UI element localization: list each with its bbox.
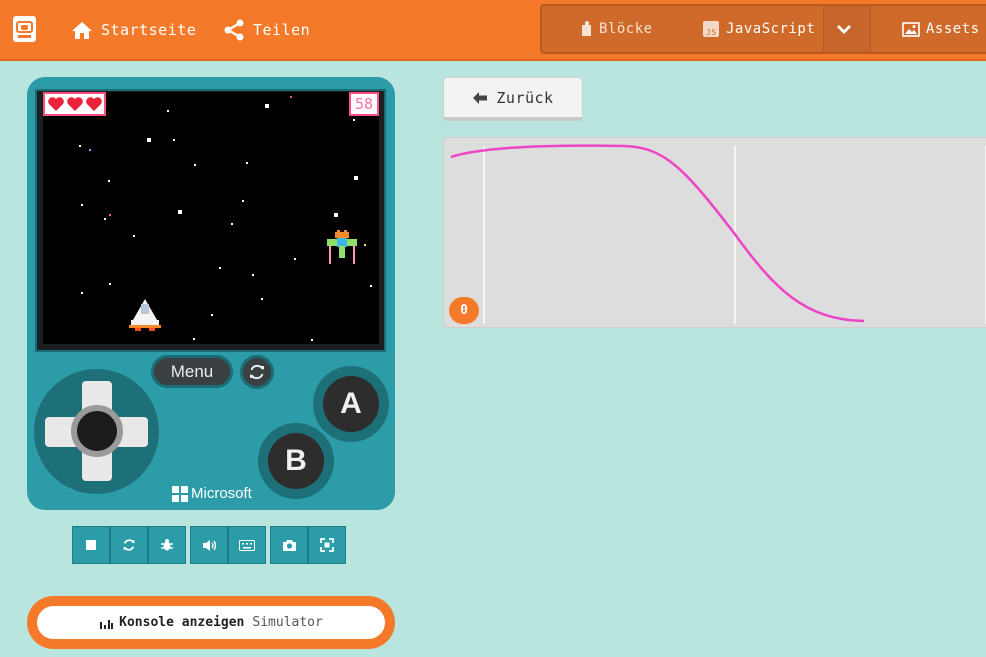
windows-logo-icon [172,485,188,502]
stop-button[interactable] [72,526,110,564]
back-button[interactable]: Zurück [443,77,583,121]
star [231,223,233,225]
star [211,314,213,316]
star [290,96,292,98]
star [173,139,175,141]
time-marker-badge[interactable]: 0 [449,297,479,324]
restart-icon [123,539,135,551]
blocks-label: Blöcke [599,21,653,37]
star [261,298,263,300]
console-label: Konsole anzeigen [119,615,245,630]
star [353,119,355,121]
star [370,285,372,287]
star [104,218,106,220]
makecode-logo-icon[interactable] [13,16,36,42]
chevron-down-icon [837,25,851,34]
player-ship-icon [129,299,161,331]
fullscreen-icon [320,538,334,552]
star [79,145,81,147]
star [167,110,169,112]
back-label: Zurück [496,88,554,107]
puzzle-icon [582,21,591,36]
easing-curve[interactable] [450,144,865,323]
star [294,258,296,260]
keyboard-button[interactable] [228,526,266,564]
star [311,339,313,341]
star [252,274,254,276]
menu-button[interactable]: Menu [151,355,233,388]
camera-icon [282,539,296,551]
javascript-tab[interactable]: JS JavaScript [702,6,815,52]
show-console-button[interactable]: Konsole anzeigen Simulator [37,606,385,639]
share-icon [224,19,244,41]
star [219,267,221,269]
assets-label: Assets [926,21,980,37]
brand-label: Microsoft [191,485,252,502]
score-display: 58 [349,92,379,116]
star [89,149,91,151]
star [81,292,83,294]
assets-tab[interactable]: Assets [902,6,980,52]
lives-indicator [43,92,106,116]
arrow-left-icon [473,91,488,104]
fullscreen-button[interactable] [308,526,346,564]
animation-curve-editor[interactable] [443,137,986,328]
editor-toggle: Blöcke JS JavaScript Assets [540,4,986,54]
share-button[interactable]: Teilen [223,18,310,42]
js-file-icon: JS [703,21,719,37]
simulator-toolbar [72,526,350,564]
restart-button[interactable] [110,526,148,564]
svg-text:JS: JS [706,28,717,37]
restart-game-button[interactable] [240,355,274,389]
screenshot-button[interactable] [270,526,308,564]
image-icon [902,21,920,37]
language-dropdown[interactable] [823,6,871,52]
star [109,283,111,285]
timeline-chart [450,144,986,324]
star [81,204,83,206]
microsoft-logo: Microsoft [172,485,252,502]
heart-icon [86,97,102,111]
star [194,164,196,166]
a-button[interactable]: A [323,376,379,432]
share-label: Teilen [253,21,311,39]
b-button[interactable]: B [268,433,324,489]
refresh-icon [250,364,264,380]
debug-icon [161,539,173,551]
star [178,210,182,214]
star [108,180,110,182]
enemy-ship-icon [327,230,366,264]
stop-icon [86,540,96,550]
star [354,176,358,180]
game-screen[interactable]: 58 [43,92,379,344]
star [242,200,244,202]
javascript-label: JavaScript [726,21,816,37]
star [133,235,135,237]
home-icon [72,21,92,39]
console-sublabel: Simulator [252,615,323,630]
debug-button[interactable] [148,526,186,564]
home-label: Startseite [101,21,197,39]
star [193,338,195,340]
star [109,214,111,216]
heart-icon [48,97,64,111]
dpad-center[interactable] [71,405,123,457]
star [334,213,338,217]
star [265,104,269,108]
sound-icon [202,539,216,551]
keyboard-icon [239,539,255,551]
top-bar: Startseite Teilen Blöcke JS JavaScript A… [0,0,986,61]
bar-chart-icon [100,619,114,629]
home-button[interactable]: Startseite [71,18,196,42]
heart-icon [67,97,83,111]
blocks-tab[interactable]: Blöcke [579,6,653,52]
star [147,138,151,142]
sound-button[interactable] [190,526,228,564]
star [246,162,248,164]
